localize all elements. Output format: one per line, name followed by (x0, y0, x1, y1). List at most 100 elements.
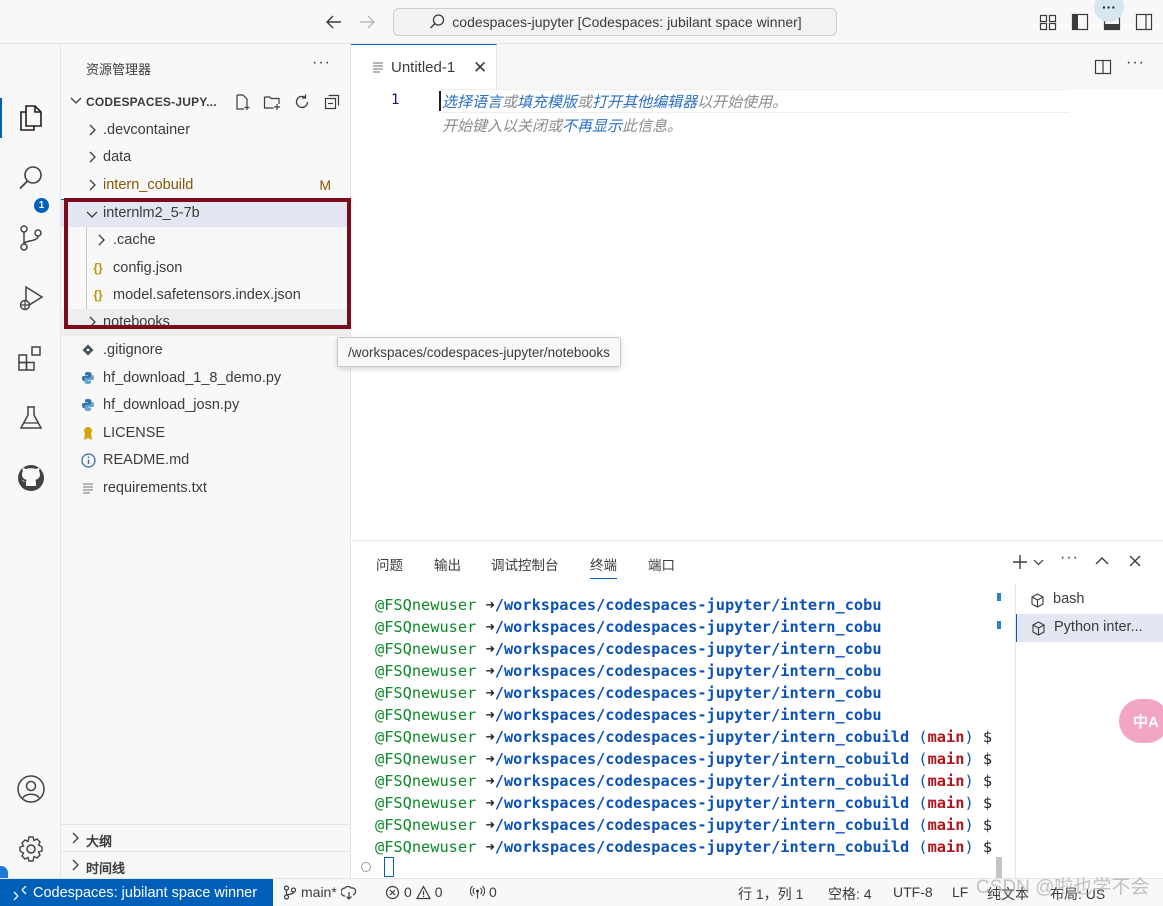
tree-item-readme[interactable]: README.md (61, 447, 351, 474)
tree-item-label: .cache (113, 232, 156, 248)
tab-terminal[interactable]: 终端 (590, 554, 617, 579)
bottom-panel: 问题 输出 调试控制台 终端 端口 ··· @FSQnewuser ➜ /work… (351, 540, 1163, 879)
terminal-item-bash[interactable]: bash (1016, 586, 1163, 614)
settings-gear-icon[interactable] (0, 825, 61, 873)
tree-item-gitignore[interactable]: .gitignore (61, 337, 351, 364)
accounts-icon[interactable] (0, 765, 61, 813)
terminal-arrow: ➜ (476, 596, 495, 614)
tab-ports[interactable]: 端口 (648, 554, 675, 574)
search-icon[interactable] (0, 154, 61, 202)
terminal-output[interactable]: @FSQnewuser ➜ /workspaces/codespaces-jupy… (375, 594, 992, 858)
forward-arrow-icon[interactable] (357, 12, 377, 32)
translate-bubble[interactable]: 中A (1119, 699, 1163, 743)
toggle-secondary-sidebar-icon[interactable] (1134, 12, 1154, 32)
broadcast-icon (470, 885, 485, 900)
sidebar-more-button[interactable]: ··· (312, 54, 331, 72)
remote-indicator[interactable]: Codespaces: jubilant space winner (0, 879, 273, 906)
command-center-search[interactable]: codespaces-jupyter [Codespaces: jubilant… (393, 8, 837, 36)
branch-status[interactable]: main* (283, 884, 357, 900)
title-bar: codespaces-jupyter [Codespaces: jubilant… (0, 0, 1163, 44)
close-panel-icon[interactable] (1127, 553, 1143, 569)
timeline-section-header[interactable]: 时间线 (61, 851, 351, 878)
dont-show-again-link[interactable]: 不再显示 (562, 118, 622, 135)
terminal-line: @FSQnewuser ➜/workspaces/codespaces-jupy… (375, 682, 992, 704)
terminal-item-python[interactable]: Python inter... (1016, 614, 1163, 642)
back-arrow-icon[interactable] (324, 12, 344, 32)
split-editor-icon[interactable] (1094, 58, 1112, 76)
tree-item-cache[interactable]: .cache (61, 227, 351, 254)
toggle-primary-sidebar-icon[interactable] (1070, 12, 1090, 32)
terminal-path: /workspaces/codespaces-jupyter/intern_co… (494, 750, 910, 768)
tree-item-hf-download-demo[interactable]: hf_download_1_8_demo.py (61, 365, 351, 392)
close-icon[interactable]: ✕ (473, 58, 487, 78)
ports-status[interactable]: 0 (470, 884, 497, 900)
collapse-all-icon[interactable] (323, 93, 341, 111)
terminal-prompt-symbol: $ (973, 838, 993, 856)
tree-item-intern-cobuild[interactable]: intern_cobuild M (61, 172, 351, 199)
editor-more-button[interactable]: ··· (1126, 54, 1145, 72)
tree-item-hf-download-josn[interactable]: hf_download_josn.py (61, 392, 351, 419)
terminal-prompt-symbol: $ (973, 772, 993, 790)
eol-status[interactable]: LF (952, 884, 968, 900)
editor-area[interactable]: 1 选择语言或填充模版或打开其他编辑器以开始使用。 开始键入以关闭或不再显示此信… (351, 89, 1163, 540)
git-file-icon (80, 342, 96, 358)
tab-output[interactable]: 输出 (434, 554, 461, 574)
testing-flask-icon[interactable] (0, 394, 61, 442)
chevron-down-icon[interactable] (1033, 557, 1044, 568)
tab-debug-console[interactable]: 调试控制台 (491, 554, 559, 574)
new-folder-icon[interactable] (263, 93, 281, 111)
extensions-icon[interactable] (0, 334, 61, 382)
terminal-branch: main (927, 728, 965, 746)
json-file-icon: {} (93, 261, 103, 275)
github-icon[interactable] (0, 454, 61, 502)
terminal-branch: main (927, 772, 965, 790)
terminal-line: @FSQnewuser ➜/workspaces/codespaces-jupy… (375, 748, 992, 770)
new-file-icon[interactable] (233, 93, 251, 111)
warning-icon (415, 884, 431, 900)
tree-item-license[interactable]: LICENSE (61, 420, 351, 447)
encoding-status[interactable]: UTF-8 (893, 884, 933, 900)
tree-item-devcontainer[interactable]: .devcontainer (61, 117, 351, 144)
tree-item-label: data (103, 149, 132, 165)
terminal-path: /workspaces/codespaces-jupyter/intern_co… (494, 794, 910, 812)
fill-template-link[interactable]: 填充模版 (517, 94, 577, 111)
explorer-icon[interactable] (0, 94, 61, 142)
tree-item-config-json[interactable]: {} config.json (61, 255, 351, 282)
search-icon (428, 13, 446, 31)
terminal-paren: ) (964, 728, 974, 746)
chevron-right-icon (95, 234, 107, 246)
terminal-user: @FSQnewuser (375, 772, 477, 790)
new-terminal-icon[interactable] (1011, 553, 1029, 571)
tab-label: Untitled-1 (391, 59, 456, 76)
run-debug-icon[interactable] (0, 274, 61, 322)
tree-item-model-index-json[interactable]: {} model.safetensors.index.json (61, 282, 351, 309)
workspace-folder-header[interactable]: CODESPACES-JUPY... (61, 89, 351, 115)
sync-icon (340, 885, 357, 900)
cursor-position[interactable]: 行 1，列 1 (738, 884, 803, 904)
terminal-branch: main (927, 838, 965, 856)
tree-item-label: hf_download_josn.py (103, 397, 240, 413)
refresh-icon[interactable] (293, 93, 311, 111)
outline-section-header[interactable]: 大纲 (61, 824, 351, 851)
tree-item-data[interactable]: data (61, 144, 351, 171)
open-other-editor-link[interactable]: 打开其他编辑器 (592, 94, 697, 111)
select-language-link[interactable]: 选择语言 (442, 94, 502, 111)
chevron-right-icon (69, 859, 81, 871)
indentation-status[interactable]: 空格: 4 (828, 884, 872, 904)
terminal-path: /workspaces/codespaces-jupyter/intern_co… (494, 640, 882, 658)
tree-item-label: config.json (113, 260, 183, 276)
terminal-path: /workspaces/codespaces-jupyter/intern_co… (494, 772, 910, 790)
customize-layout-icon[interactable] (1038, 12, 1058, 32)
terminal-arrow: ➜ (476, 838, 495, 856)
tree-item-internlm2-5-7b[interactable]: internlm2_5-7b (61, 200, 351, 227)
tree-item-label: .gitignore (103, 342, 163, 358)
tab-untitled-1[interactable]: Untitled-1 ✕ (351, 44, 497, 89)
tree-item-requirements[interactable]: requirements.txt (61, 475, 351, 502)
source-control-icon[interactable] (0, 214, 61, 262)
problems-status[interactable]: 0 0 (385, 884, 443, 900)
maximize-panel-icon[interactable] (1094, 553, 1110, 569)
terminal-path: /workspaces/codespaces-jupyter/intern_co… (494, 684, 882, 702)
tree-item-notebooks[interactable]: notebooks (61, 309, 351, 336)
tab-problems[interactable]: 问题 (376, 554, 403, 574)
panel-more-button[interactable]: ··· (1060, 549, 1079, 567)
